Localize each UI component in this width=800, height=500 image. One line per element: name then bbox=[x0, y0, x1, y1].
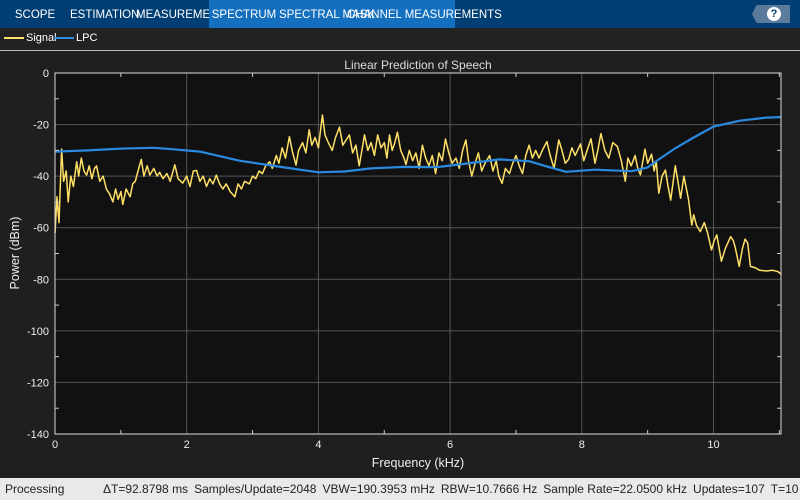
legend-label: Signal bbox=[26, 32, 57, 44]
x-tick-label: 4 bbox=[315, 439, 321, 451]
x-tick-label: 10 bbox=[707, 439, 719, 451]
x-tick-label: 6 bbox=[447, 439, 453, 451]
y-tick-label: -120 bbox=[27, 377, 49, 389]
tab-spectral-mask[interactable]: SPECTRAL MASK bbox=[279, 0, 375, 28]
legend-item-signal[interactable]: Signal bbox=[4, 32, 57, 44]
y-tick-label: -100 bbox=[27, 326, 49, 338]
y-tick-label: -20 bbox=[33, 120, 49, 132]
spectrum-plot[interactable]: 0 2 4 6 8 10 0 -20 -40 -60 -80 -100 -120 -140 Linear … bbox=[0, 0, 800, 500]
tab-channel-measurements[interactable]: CHANNEL MEASUREMENTS bbox=[347, 0, 502, 28]
x-axis-label: Frequency (kHz) bbox=[372, 456, 464, 470]
status-updates: Updates=107 bbox=[693, 482, 765, 496]
toolstrip: SCOPE ESTIMATION MEASUREMENTS SPECTRUM S… bbox=[0, 0, 800, 28]
status-rbw: RBW=10.7666 Hz bbox=[440, 482, 538, 496]
y-tick-label: -140 bbox=[27, 429, 49, 441]
x-tick-label: 0 bbox=[52, 439, 58, 451]
y-tick-label: -60 bbox=[33, 223, 49, 235]
y-tick-label: -80 bbox=[33, 274, 49, 286]
legend-label: LPC bbox=[76, 32, 98, 44]
x-tick-label: 8 bbox=[579, 439, 585, 451]
legend-line-lpc bbox=[54, 37, 74, 39]
tab-measurements[interactable]: MEASUREMENTS bbox=[136, 0, 233, 28]
status-sample-rate: Sample Rate=22.0500 kHz bbox=[543, 482, 688, 496]
legend-item-lpc[interactable]: LPC bbox=[54, 32, 97, 44]
status-delta-t: ΔT=92.8798 ms bbox=[103, 482, 189, 496]
help-icon: ? bbox=[767, 7, 781, 21]
status-time: T=10 bbox=[770, 482, 799, 496]
legend-line-signal bbox=[4, 37, 24, 39]
status-samples-update: Samples/Update=2048 bbox=[194, 482, 317, 496]
y-tick-label: 0 bbox=[43, 68, 49, 80]
status-state: Processing bbox=[5, 482, 65, 496]
plot-area bbox=[55, 73, 781, 434]
legend: Signal LPC bbox=[0, 28, 800, 51]
tab-scope[interactable]: SCOPE bbox=[0, 0, 70, 28]
chart-title: Linear Prediction of Speech bbox=[344, 58, 491, 72]
y-tick-label: -40 bbox=[33, 171, 49, 183]
status-vbw: VBW=190.3953 mHz bbox=[322, 482, 435, 496]
tab-spectrum[interactable]: SPECTRUM bbox=[209, 0, 279, 28]
x-tick-label: 2 bbox=[184, 439, 190, 451]
tab-estimation[interactable]: ESTIMATION bbox=[70, 0, 139, 28]
status-bar: Processing ΔT=92.8798 ms Samples/Update=2… bbox=[0, 478, 800, 500]
y-axis-label: Power (dBm) bbox=[8, 217, 22, 290]
help-button[interactable]: ? bbox=[752, 5, 790, 23]
